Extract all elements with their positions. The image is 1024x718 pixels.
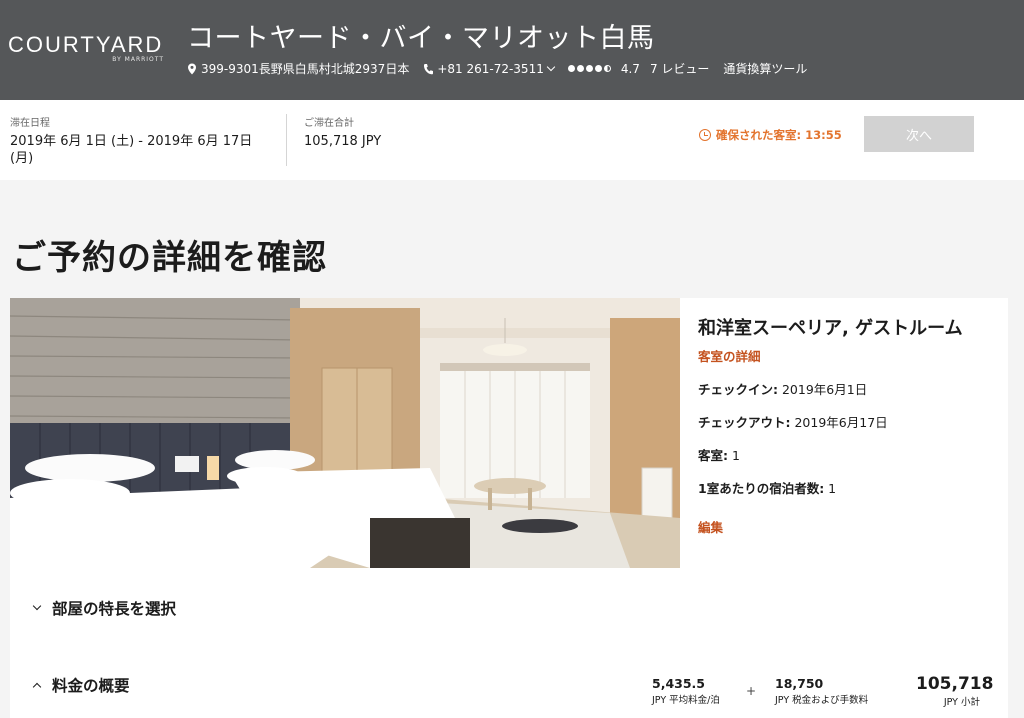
chevron-down-icon (546, 62, 556, 72)
plus-sign: + (746, 684, 757, 698)
stay-dates: 滞在日程 2019年 6月 1日 (土) - 2019年 6月 17日 (月) (10, 114, 260, 167)
rooms-row: 客室: 1 (698, 445, 998, 464)
location-pin-icon (188, 63, 196, 74)
reviews-link[interactable]: 7 レビュー (650, 60, 709, 77)
site-header: COURTYARD BY MARRIOTT コートヤード・バイ・マリオット白馬 … (0, 0, 1024, 100)
rating-reviews[interactable]: 4.7 7 レビュー (567, 60, 709, 77)
room-hold-timer: 確保された客室: 13:55 (699, 127, 842, 143)
chevron-up-icon (32, 682, 42, 692)
features-section-title: 部屋の特長を選択 (52, 600, 177, 618)
room-photo (10, 298, 680, 568)
checkin-row: チェックイン: 2019年6月1日 (698, 379, 998, 398)
room-info: 和洋室スーペリア, ゲストルーム 客室の詳細 チェックイン: 2019年6月1日… (698, 314, 998, 536)
guests-label: 1室あたりの宿泊者数: (698, 481, 825, 496)
room-card: 和洋室スーペリア, ゲストルーム 客室の詳細 チェックイン: 2019年6月1日… (10, 298, 1008, 718)
currency-converter-link[interactable]: 通貨換算ツール (723, 60, 807, 77)
clock-icon (699, 129, 711, 141)
dates-value: 2019年 6月 1日 (土) - 2019年 6月 17日 (月) (10, 134, 253, 166)
next-button[interactable]: 次へ (864, 116, 974, 152)
checkout-row: チェックアウト: 2019年6月17日 (698, 412, 998, 431)
rating-dots-icon (567, 65, 611, 72)
features-section-toggle[interactable]: 部屋の特長を選択 (32, 597, 177, 619)
checkin-value: 2019年6月1日 (778, 382, 868, 397)
taxes-fees: 18,750 JPY 税金および手数料 (775, 676, 868, 706)
checkin-label: チェックイン: (698, 382, 778, 397)
summary-section-title: 料金の概要 (52, 677, 130, 695)
taxes-label: JPY 税金および手数料 (775, 695, 869, 706)
subtotal-value: 105,718 (916, 674, 994, 694)
checkout-label: チェックアウト: (698, 415, 791, 430)
dates-label: 滞在日程 (10, 118, 50, 129)
avg-rate-label: JPY 平均料金/泊 (652, 695, 720, 706)
rating-value: 4.7 (620, 61, 640, 76)
avg-rate-value: 5,435.5 (652, 676, 705, 691)
courtyard-logo[interactable]: COURTYARD BY MARRIOTT (8, 32, 168, 63)
rooms-label: 客室: (698, 448, 728, 463)
total-label: ご滞在合計 (304, 118, 354, 129)
hotel-name: コートヤード・バイ・マリオット白馬 (187, 23, 655, 54)
edit-link[interactable]: 編集 (698, 517, 998, 536)
taxes-value: 18,750 (775, 676, 824, 691)
divider (286, 114, 287, 166)
stay-total: ご滞在合計 105,718 JPY (304, 114, 381, 150)
checkout-value: 2019年6月17日 (790, 415, 888, 430)
page-title: ご予約の詳細を確認 (12, 238, 327, 278)
summary-section-toggle[interactable]: 料金の概要 (32, 674, 130, 696)
hold-text: 確保された客室: 13:55 (716, 128, 842, 142)
room-title: 和洋室スーペリア, ゲストルーム (698, 318, 963, 339)
guests-row: 1室あたりの宿泊者数: 1 (698, 478, 998, 497)
brand-name: COURTYARD (8, 32, 164, 57)
phone-dropdown[interactable]: +81 261-72-3511 (423, 61, 556, 76)
phone-icon (424, 63, 434, 74)
rooms-value: 1 (728, 448, 740, 463)
hotel-address: 399-9301長野県白馬村北城2937日本 (201, 62, 410, 76)
guests-value: 1 (824, 481, 837, 496)
subtotal: 105,718 JPY 小計 (916, 674, 994, 708)
chevron-down-icon (32, 601, 42, 611)
address-item[interactable]: 399-9301長野県白馬村北城2937日本 (187, 60, 409, 77)
subtotal-label: JPY 小計 (943, 697, 980, 708)
hotel-phone: +81 261-72-3511 (437, 61, 544, 76)
room-details-link[interactable]: 客室の詳細 (698, 346, 998, 365)
total-value: 105,718 JPY (304, 134, 382, 149)
avg-rate: 5,435.5 JPY 平均料金/泊 (652, 676, 720, 706)
hotel-meta: 399-9301長野県白馬村北城2937日本 +81 261-72-3511 4… (187, 60, 821, 77)
stay-summary-bar: 滞在日程 2019年 6月 1日 (土) - 2019年 6月 17日 (月) … (0, 100, 1024, 180)
